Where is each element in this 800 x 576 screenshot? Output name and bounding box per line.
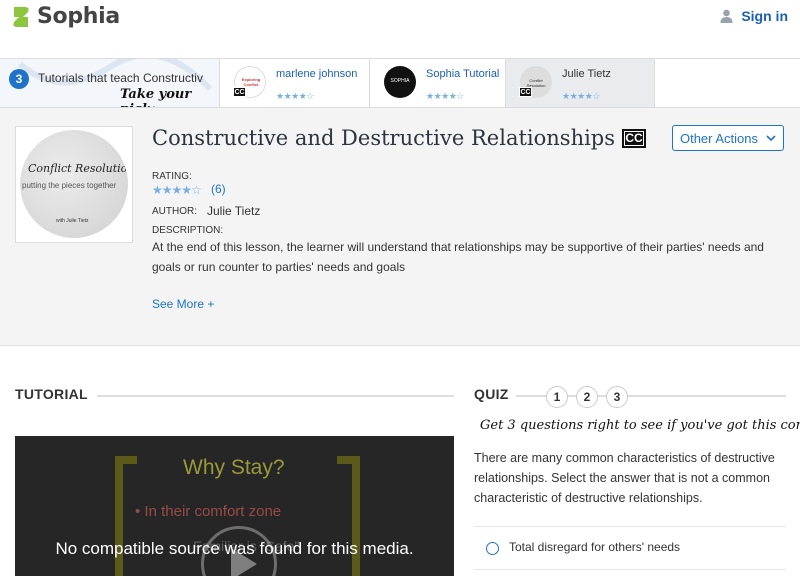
tutorial-strip-title: Tutorials that teach Constructive bbox=[38, 71, 203, 85]
tutorial-thumbnail: SOPHIA bbox=[384, 66, 416, 98]
tutorial-cover-image: Conflict Resolution putting the pieces t… bbox=[15, 126, 133, 243]
quiz-heading: QUIZ bbox=[474, 386, 509, 402]
cover-subtitle: putting the pieces together bbox=[22, 181, 117, 190]
sophia-logo-icon bbox=[13, 6, 29, 27]
tutorial-count-badge: 3 bbox=[9, 69, 29, 89]
take-your-pick-label: Take your pick: bbox=[120, 87, 192, 107]
tutorial-rating-stars: ★★★★☆ bbox=[426, 91, 464, 101]
slide-title: Why Stay? bbox=[183, 456, 285, 479]
quiz-answer-option[interactable]: Total disregard for others' needs bbox=[474, 526, 786, 570]
cover-title: Conflict Resolution bbox=[28, 162, 128, 175]
user-icon bbox=[720, 9, 733, 23]
description-text: At the end of this lesson, the learner w… bbox=[152, 240, 764, 274]
cc-badge: CC bbox=[233, 87, 246, 97]
description-label: DESCRIPTION: bbox=[152, 225, 224, 236]
quiz-question-3[interactable]: 3 bbox=[606, 386, 628, 408]
site-header: Sophia Sign in bbox=[0, 0, 800, 58]
tutorial-card-julie-tietz[interactable]: Conflict Resolution CC Julie Tietz ★★★★☆ bbox=[506, 59, 655, 107]
page-title-text: Constructive and Destructive Relationshi… bbox=[152, 126, 616, 150]
tutorial-author: marlene johnson bbox=[276, 68, 358, 80]
rating-label: RATING: bbox=[152, 171, 192, 182]
tutorial-author: Sophia Tutorial bbox=[426, 68, 500, 80]
quiz-question-1[interactable]: 1 bbox=[546, 386, 568, 408]
video-error-message: No compatible source was found for this … bbox=[55, 539, 414, 558]
tutorial-card-marlene-johnson[interactable]: Exploring Conflict CC marlene johnson ★★… bbox=[220, 59, 370, 107]
tutorial-divider bbox=[97, 395, 454, 397]
closed-captions-icon: CC bbox=[622, 128, 647, 148]
quiz-hint: Get 3 questions right to see if you've g… bbox=[480, 418, 800, 433]
other-actions-label: Other Actions bbox=[679, 130, 759, 146]
other-actions-button[interactable]: Other Actions bbox=[672, 125, 784, 151]
quiz-question-text: There are many common characteristics of… bbox=[474, 451, 775, 505]
chevron-down-icon bbox=[766, 135, 776, 141]
slide-bullet: • In their comfort zone bbox=[135, 503, 282, 520]
thumbnail-text: SOPHIA bbox=[390, 78, 410, 84]
rating-stars[interactable]: ★★★★☆ bbox=[152, 183, 202, 197]
author-label: AUTHOR: bbox=[152, 206, 197, 217]
quiz-question-2[interactable]: 2 bbox=[576, 386, 598, 408]
video-player[interactable]: Why Stay? • In their comfort zone Famili… bbox=[15, 436, 454, 576]
cover-byline: with Julie Tietz bbox=[56, 218, 89, 224]
tutorial-author: Julie Tietz bbox=[562, 68, 611, 80]
tutorial-rating-stars: ★★★★☆ bbox=[562, 91, 600, 101]
tutorial-picker-strip: 3 Tutorials that teach Constructive Take… bbox=[0, 58, 800, 108]
rating-count[interactable]: (6) bbox=[211, 182, 226, 196]
answer-text: Total disregard for others' needs bbox=[509, 540, 681, 554]
cover-circle: Conflict Resolution putting the pieces t… bbox=[20, 130, 128, 238]
author-name: Julie Tietz bbox=[207, 204, 261, 218]
sign-in-link[interactable]: Sign in bbox=[720, 8, 788, 24]
page-title: Constructive and Destructive Relationshi… bbox=[152, 126, 647, 150]
thumbnail-text: Exploring Conflict bbox=[241, 77, 261, 87]
logo-text: Sophia bbox=[37, 4, 120, 29]
tutorial-card-sophia-tutorial[interactable]: SOPHIA Sophia Tutorial ★★★★☆ bbox=[370, 59, 506, 107]
radio-button[interactable] bbox=[486, 542, 499, 555]
cc-badge: CC bbox=[519, 87, 532, 97]
see-more-link[interactable]: See More + bbox=[152, 297, 214, 311]
tutorial-rating-stars: ★★★★☆ bbox=[276, 91, 314, 101]
tutorial-picker-intro: 3 Tutorials that teach Constructive Take… bbox=[0, 59, 220, 107]
sophia-logo[interactable]: Sophia bbox=[10, 4, 120, 29]
tutorial-overview: Conflict Resolution putting the pieces t… bbox=[0, 108, 800, 346]
tutorial-heading: TUTORIAL bbox=[15, 386, 88, 402]
sign-in-label: Sign in bbox=[741, 8, 788, 24]
